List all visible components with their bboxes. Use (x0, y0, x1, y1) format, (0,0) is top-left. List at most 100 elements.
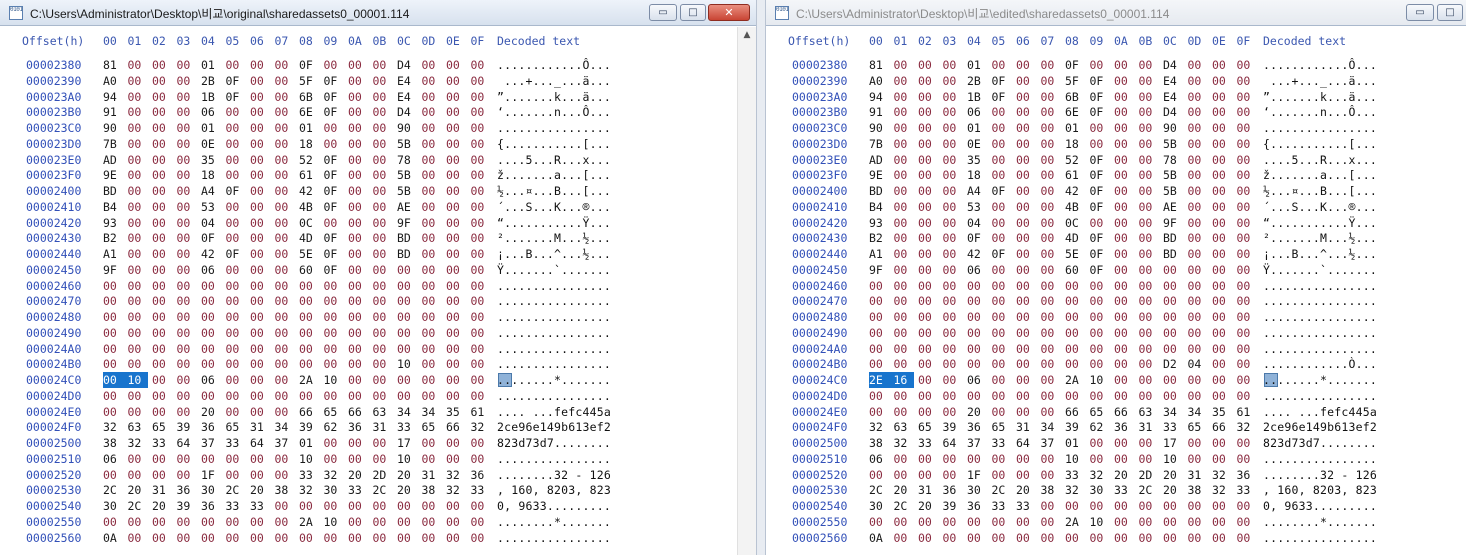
hex-byte[interactable]: 00 (348, 325, 368, 341)
hex-row[interactable]: 00002390 A0 00 00 00 2B 0F 00 00 5F 0F 00 00 E4 00 00 00… (0, 73, 756, 89)
hex-byte[interactable]: 00 (1237, 372, 1257, 388)
hex-byte[interactable]: 00 (103, 278, 123, 294)
hex-byte[interactable]: 52 (1065, 152, 1085, 168)
hex-byte[interactable]: 00 (1139, 73, 1159, 89)
hex-byte[interactable]: 30 (967, 482, 987, 498)
hex-byte[interactable]: 6B (1065, 89, 1085, 105)
hex-byte[interactable]: 5F (299, 73, 319, 89)
hex-byte[interactable]: 2C (1139, 482, 1159, 498)
hex-byte[interactable]: 00 (1237, 246, 1257, 262)
hex-row[interactable]: 00002480 00 00 00 00 00 00 00 00 00 00 00 00 00 00 00 00… (0, 309, 756, 325)
hex-byte[interactable]: 00 (152, 451, 172, 467)
hex-byte[interactable]: 2C (103, 482, 123, 498)
hex-byte[interactable]: 00 (894, 215, 914, 231)
hex-byte[interactable]: 60 (299, 262, 319, 278)
hex-byte[interactable]: 37 (967, 435, 987, 451)
hex-byte[interactable]: 00 (1016, 104, 1036, 120)
hex-byte[interactable]: 00 (471, 514, 491, 530)
hex-byte[interactable]: D4 (1163, 57, 1183, 73)
hex-byte[interactable]: 00 (128, 451, 148, 467)
hex-byte[interactable]: 00 (894, 356, 914, 372)
hex-byte[interactable]: 00 (1163, 530, 1183, 546)
hex-byte[interactable]: 65 (324, 404, 344, 420)
hex-byte[interactable]: 00 (1139, 356, 1159, 372)
hex-byte[interactable]: 00 (918, 57, 938, 73)
hex-byte[interactable]: 00 (348, 278, 368, 294)
hex-byte[interactable]: 00 (226, 325, 246, 341)
hex-byte[interactable]: 33 (471, 482, 491, 498)
hex-byte[interactable]: 00 (967, 309, 987, 325)
hex-row[interactable]: 00002390 A0 00 00 00 2B 0F 00 00 5F 0F 00 00 E4 00 00 00… (766, 73, 1466, 89)
hex-byte[interactable]: 5E (299, 246, 319, 262)
hex-byte[interactable]: 00 (422, 278, 442, 294)
hex-row[interactable]: 000023E0 AD 00 00 00 35 00 00 00 52 0F 00 00 78 00 00 00… (766, 152, 1466, 168)
hex-byte[interactable]: 18 (1065, 136, 1085, 152)
hex-row[interactable]: 00002400 BD 00 00 00 A4 0F 00 00 42 0F 00 00 5B 00 00 00… (766, 183, 1466, 199)
hex-byte[interactable]: 00 (373, 356, 393, 372)
hex-byte[interactable]: 00 (348, 341, 368, 357)
hex-byte[interactable]: 00 (299, 309, 319, 325)
hex-byte[interactable]: 00 (373, 57, 393, 73)
hex-byte[interactable]: 00 (1041, 136, 1061, 152)
hex-byte[interactable]: 00 (943, 372, 963, 388)
hex-byte[interactable]: 00 (275, 309, 295, 325)
hex-byte[interactable]: 0C (299, 215, 319, 231)
hex-byte[interactable]: 0F (1090, 104, 1110, 120)
hex-byte[interactable]: 00 (128, 104, 148, 120)
hex-row[interactable]: 00002530 2C 20 31 36 30 2C 20 38 32 30 33 2C 20 38 32 33… (0, 482, 756, 498)
hex-byte[interactable]: 90 (397, 120, 417, 136)
hex-byte[interactable]: 00 (1237, 293, 1257, 309)
hex-byte[interactable]: 1F (967, 467, 987, 483)
hex-byte[interactable]: 2C (869, 482, 889, 498)
hex-byte[interactable]: 00 (918, 167, 938, 183)
hex-byte[interactable]: 00 (1041, 57, 1061, 73)
hex-byte[interactable]: 00 (471, 435, 491, 451)
hex-byte[interactable]: 63 (373, 404, 393, 420)
hex-byte[interactable]: 00 (422, 530, 442, 546)
hex-byte[interactable]: 00 (869, 514, 889, 530)
hex-byte[interactable]: 00 (1188, 262, 1208, 278)
hex-byte[interactable]: 00 (1212, 498, 1232, 514)
hex-byte[interactable]: 00 (446, 530, 466, 546)
hex-byte[interactable]: 39 (943, 419, 963, 435)
hex-byte[interactable]: 32 (1212, 482, 1232, 498)
hex-byte[interactable]: 00 (373, 152, 393, 168)
hex-row[interactable]: 000024E0 00 00 00 00 20 00 00 00 66 65 66 63 34 34 35 61… (0, 404, 756, 420)
hex-byte[interactable]: 00 (1114, 293, 1134, 309)
hex-byte[interactable]: 00 (128, 167, 148, 183)
hex-byte[interactable]: 00 (894, 120, 914, 136)
hex-byte[interactable]: 00 (1139, 57, 1159, 73)
hex-byte[interactable]: 00 (1212, 89, 1232, 105)
hex-byte[interactable]: 10 (299, 451, 319, 467)
hex-byte[interactable]: 00 (992, 309, 1012, 325)
hex-byte[interactable]: 00 (226, 467, 246, 483)
hex-byte[interactable]: 5B (397, 183, 417, 199)
hex-byte[interactable]: 00 (1114, 498, 1134, 514)
hex-byte[interactable]: 00 (103, 372, 128, 388)
hex-byte[interactable]: 00 (1090, 278, 1110, 294)
hex-byte[interactable]: 00 (177, 530, 197, 546)
hex-byte[interactable]: 00 (1090, 57, 1110, 73)
hex-byte[interactable]: 10 (1090, 514, 1110, 530)
hex-byte[interactable]: 00 (177, 467, 197, 483)
hex-byte[interactable]: 0F (1090, 246, 1110, 262)
hex-byte[interactable]: 00 (446, 325, 466, 341)
hex-byte[interactable]: 00 (1065, 388, 1085, 404)
decoded-text[interactable]: ................ (1263, 278, 1377, 294)
hex-byte[interactable]: 00 (226, 388, 246, 404)
hex-byte[interactable]: 63 (894, 419, 914, 435)
hex-byte[interactable]: 00 (894, 152, 914, 168)
hex-byte[interactable]: 00 (250, 230, 270, 246)
decoded-text[interactable]: ........*....... (1263, 372, 1377, 388)
hex-byte[interactable]: 66 (348, 404, 368, 420)
hex-byte[interactable]: 00 (128, 293, 148, 309)
hex-byte[interactable]: 2C (894, 498, 914, 514)
hex-byte[interactable]: 6E (299, 104, 319, 120)
hex-byte[interactable]: 00 (471, 293, 491, 309)
hex-byte[interactable]: 00 (1041, 372, 1061, 388)
hex-byte[interactable]: 00 (422, 73, 442, 89)
hex-byte[interactable]: 00 (918, 278, 938, 294)
hex-byte[interactable]: 00 (1212, 262, 1232, 278)
hex-byte[interactable]: 00 (1016, 73, 1036, 89)
hex-byte[interactable]: 78 (397, 152, 417, 168)
